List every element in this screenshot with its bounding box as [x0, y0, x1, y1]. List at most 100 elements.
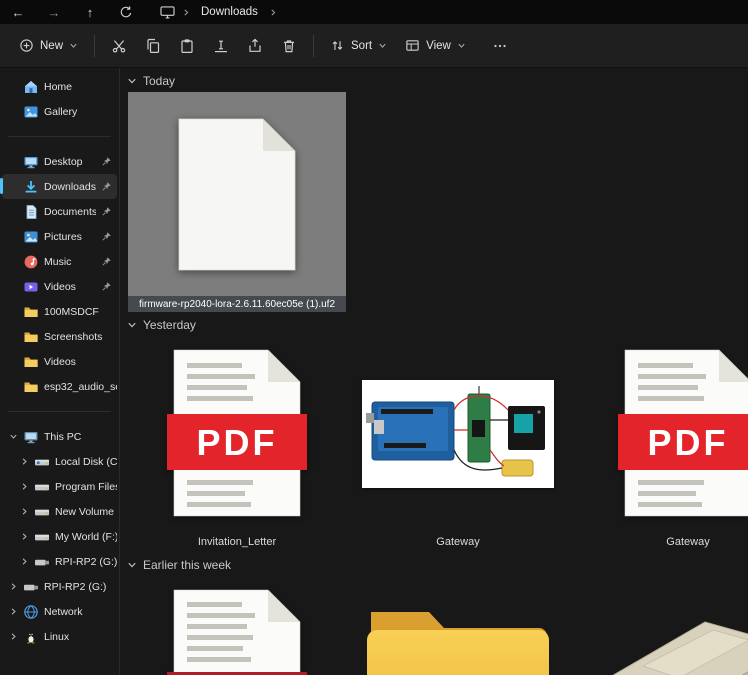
sidebar-item-linux[interactable]: Linux: [2, 624, 117, 649]
gallery-icon: [23, 104, 39, 120]
file-name: firmware-rp2040-lora-2.6.11.60ec05e (1).…: [128, 296, 346, 312]
downloads-icon: [23, 179, 39, 195]
group-header-earlier-this-week[interactable]: Earlier this week: [127, 558, 231, 572]
file-tile-pdf-clipped[interactable]: [128, 576, 346, 675]
file-tile-image[interactable]: Gateway: [349, 336, 567, 548]
cut-button[interactable]: [102, 31, 136, 61]
navigation-pane: Home Gallery Desktop Downloads: [0, 68, 120, 675]
folder-icon: [23, 354, 39, 370]
sidebar-item-label: Program Files (D:): [55, 481, 117, 493]
chevron-right-icon[interactable]: [20, 532, 29, 541]
chevron-right-icon[interactable]: [9, 632, 18, 641]
sidebar-item-100msdcf[interactable]: 100MSDCF: [2, 299, 117, 324]
sidebar-item-pictures[interactable]: Pictures: [2, 224, 117, 249]
chevron-right-icon[interactable]: [20, 557, 29, 566]
sidebar-item-program-files-d[interactable]: Program Files (D:): [13, 474, 117, 499]
file-tile-pdf[interactable]: PDF Invitation_Letter: [128, 336, 346, 548]
sidebar-item-label: Music: [44, 256, 96, 268]
file-tile-uf2[interactable]: firmware-rp2040-lora-2.6.11.60ec05e (1).…: [128, 92, 346, 312]
chevron-right-icon[interactable]: [20, 507, 29, 516]
pin-icon: [101, 181, 112, 192]
sidebar-item-label: 100MSDCF: [44, 306, 117, 318]
file-tile-3d-object-clipped[interactable]: [579, 576, 748, 675]
sidebar-item-esp32-audio-serial[interactable]: esp32_audio_serial: [2, 374, 117, 399]
sidebar-item-network[interactable]: Network: [2, 599, 117, 624]
paste-icon: [179, 38, 195, 54]
sidebar-item-rpi-rp2-g[interactable]: RPI-RP2 (G:): [13, 549, 117, 574]
linux-penguin-icon: [23, 629, 39, 645]
file-tile-pdf[interactable]: PDF Gateway: [579, 336, 748, 548]
chevron-right-icon: [269, 8, 277, 17]
chevron-down-icon: [378, 41, 387, 50]
delete-button[interactable]: [272, 31, 306, 61]
chevron-down-icon[interactable]: [9, 432, 18, 441]
sidebar-item-home[interactable]: Home: [2, 74, 117, 99]
group-label: Yesterday: [143, 318, 196, 332]
sidebar-item-videos[interactable]: Videos: [2, 274, 117, 299]
sidebar-item-label: Videos: [44, 281, 96, 293]
breadcrumb: Downloads: [160, 4, 277, 20]
pin-icon: [101, 231, 112, 242]
chevron-right-icon[interactable]: [20, 457, 29, 466]
this-pc-icon: [23, 429, 39, 445]
file-tile-folder-clipped[interactable]: [349, 576, 567, 675]
more-options-button[interactable]: [483, 31, 517, 61]
sidebar-item-gallery[interactable]: Gallery: [2, 99, 117, 124]
plus-circle-icon: [19, 38, 34, 53]
group-header-yesterday[interactable]: Yesterday: [127, 318, 196, 332]
paste-button[interactable]: [170, 31, 204, 61]
share-icon: [247, 38, 263, 54]
view-button[interactable]: View: [396, 32, 475, 59]
up-button[interactable]: ↑: [72, 0, 108, 24]
sort-button[interactable]: Sort: [321, 32, 396, 59]
rename-button[interactable]: [204, 31, 238, 61]
folder-icon: [23, 379, 39, 395]
chevron-right-icon[interactable]: [20, 482, 29, 491]
files-pane: Today firmware-rp2040-lora-2.6.11.60ec05…: [121, 68, 748, 675]
sidebar-item-label: Linux: [44, 631, 117, 643]
sidebar-item-label: Desktop: [44, 156, 96, 168]
folder-icon: [23, 329, 39, 345]
selected-thumbnail: [128, 92, 346, 296]
sidebar-item-music[interactable]: Music: [2, 249, 117, 274]
refresh-icon: [119, 5, 133, 19]
forward-button[interactable]: →: [36, 0, 72, 24]
toolbar-separator: [94, 35, 95, 57]
group-header-today[interactable]: Today: [127, 74, 175, 88]
share-button[interactable]: [238, 31, 272, 61]
refresh-button[interactable]: [108, 0, 144, 24]
chevron-right-icon: [182, 8, 190, 17]
network-icon: [23, 604, 39, 620]
usb-drive-icon: [23, 579, 39, 595]
sidebar-item-desktop[interactable]: Desktop: [2, 149, 117, 174]
chevron-down-icon: [127, 76, 137, 86]
sidebar-item-new-volume-e[interactable]: New Volume (E:): [13, 499, 117, 524]
sidebar-item-this-pc[interactable]: This PC: [2, 424, 117, 449]
copy-button[interactable]: [136, 31, 170, 61]
sidebar-item-local-disk-c[interactable]: Local Disk (C:): [13, 449, 117, 474]
sidebar-item-label: RPI-RP2 (G:): [44, 581, 117, 593]
sidebar-item-screenshots[interactable]: Screenshots: [2, 324, 117, 349]
desktop-icon: [23, 154, 39, 170]
sidebar-item-downloads[interactable]: Downloads: [2, 174, 117, 199]
file-name: Gateway: [579, 536, 748, 548]
chevron-right-icon[interactable]: [9, 607, 18, 616]
chevron-right-icon[interactable]: [9, 582, 18, 591]
drive-icon: [34, 479, 50, 495]
back-button[interactable]: ←: [0, 0, 36, 24]
circuit-diagram-image: [362, 380, 554, 488]
folder-icon: [23, 304, 39, 320]
blank-document-icon: [177, 117, 297, 272]
new-button[interactable]: New: [10, 32, 87, 59]
sidebar-item-label: Screenshots: [44, 331, 117, 343]
sidebar-item-my-world-f[interactable]: My World (F:): [13, 524, 117, 549]
sort-icon: [330, 38, 345, 53]
breadcrumb-segment-downloads[interactable]: Downloads: [197, 4, 262, 20]
sidebar-item-videos-folder[interactable]: Videos: [2, 349, 117, 374]
sidebar-item-rpi-rp2-g-2[interactable]: RPI-RP2 (G:): [2, 574, 117, 599]
pdf-file-icon: PDF: [167, 348, 307, 518]
toolbar-separator: [313, 35, 314, 57]
pdf-badge: PDF: [197, 422, 278, 463]
sidebar-item-documents[interactable]: Documents: [2, 199, 117, 224]
pdf-file-icon: PDF: [618, 348, 748, 518]
